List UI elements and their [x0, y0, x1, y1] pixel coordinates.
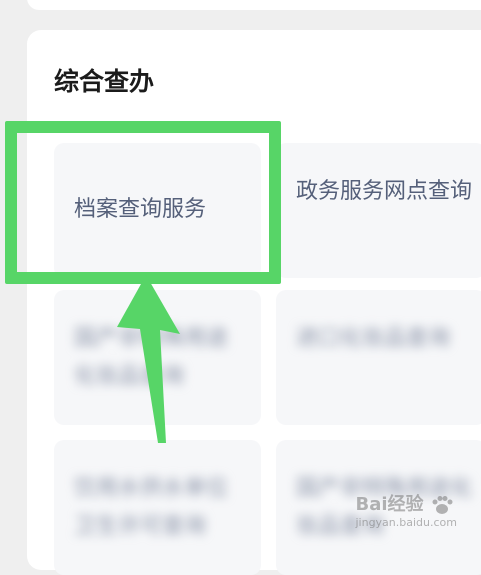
service-tile-archive-query[interactable]: 档案查询服务 [54, 143, 261, 278]
tile-label: 饮用水供水单位卫生许可查询 [74, 476, 229, 539]
tile-label: 档案查询服务 [74, 197, 207, 222]
watermark-url: jingyan.baidu.com [355, 516, 457, 529]
paw-logo-icon [432, 496, 453, 514]
tile-label: 政务服务网点查询 [296, 179, 473, 204]
previous-card [27, 0, 481, 10]
service-tile-imported-cosmetics-query[interactable]: 进口化妆品查询 [276, 290, 481, 425]
service-tile-water-supply-permit-query[interactable]: 饮用水供水单位卫生许可查询 [54, 440, 261, 575]
service-tile-domestic-cosmetics-query[interactable]: 国产非特殊用途化妆品查询 [54, 290, 261, 425]
tile-label: 进口化妆品查询 [296, 326, 451, 351]
tile-label: 国产非特殊用途化妆品查询 [74, 326, 229, 389]
section-title: 综合查办 [54, 67, 155, 96]
watermark: Bai经验 jingyan.baidu.com [355, 490, 457, 529]
watermark-text: Bai经验 [355, 494, 424, 515]
service-tile-gov-service-outlet-query[interactable]: 政务服务网点查询 [276, 143, 481, 278]
